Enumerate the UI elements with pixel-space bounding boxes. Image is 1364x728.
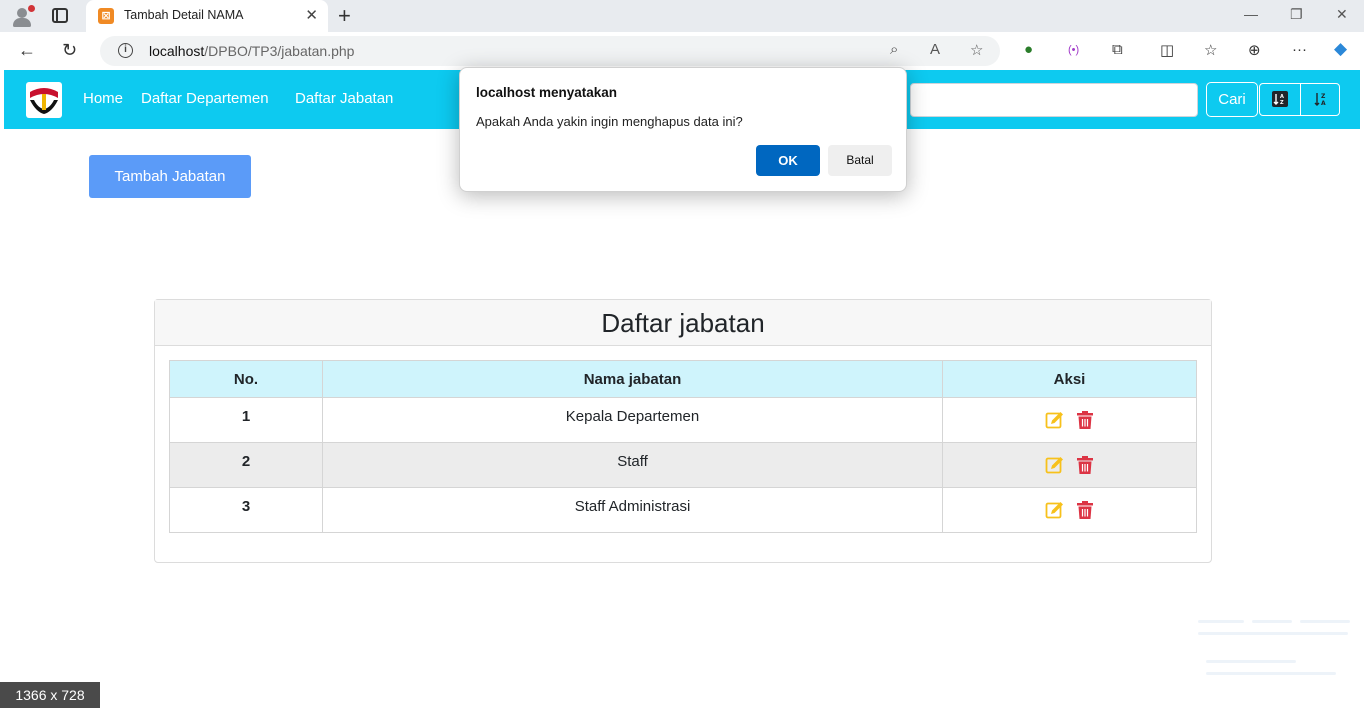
- window-close-icon[interactable]: ✕: [1336, 6, 1348, 23]
- dialog-title: localhost menyatakan: [476, 85, 618, 100]
- nav-departemen-link[interactable]: Daftar Departemen: [141, 90, 269, 107]
- search-input[interactable]: [910, 83, 1198, 117]
- edit-icon[interactable]: [1045, 500, 1065, 520]
- header-aksi: Aksi: [942, 360, 1197, 398]
- screen-size-badge: 1366 x 728: [0, 682, 100, 708]
- browser-tabbar: ⊠ Tambah Detail NAMA ✕ + — ❐ ✕: [0, 0, 1364, 32]
- edit-icon[interactable]: [1045, 410, 1065, 430]
- copilot-icon[interactable]: ◆: [1334, 39, 1347, 59]
- header-no: No.: [169, 360, 323, 398]
- row-nama: Staff: [322, 442, 943, 488]
- address-bar[interactable]: i localhost/DPBO/TP3/jabatan.php ⌕ A ☆: [100, 36, 1000, 66]
- table-row: 3 Staff Administrasi: [169, 487, 1197, 533]
- restore-icon[interactable]: ❐: [1290, 6, 1303, 23]
- favorite-star-icon[interactable]: ☆: [970, 41, 983, 59]
- delete-trash-icon[interactable]: [1075, 410, 1095, 430]
- header-nama: Nama jabatan: [322, 360, 943, 398]
- dialog-cancel-button[interactable]: Batal: [828, 145, 892, 176]
- new-tab-icon[interactable]: +: [338, 3, 351, 29]
- collections-icon[interactable]: ⊕: [1248, 41, 1261, 59]
- nav-jabatan-link[interactable]: Daftar Jabatan: [295, 90, 393, 107]
- row-nama: Kepala Departemen: [322, 397, 943, 443]
- minimize-icon[interactable]: —: [1244, 6, 1258, 22]
- confirm-dialog: localhost menyatakan Apakah Anda yakin i…: [459, 67, 907, 192]
- extensions-puzzle-icon[interactable]: ⧉: [1112, 41, 1123, 58]
- sort-alpha-asc-icon: A Z: [1272, 91, 1288, 107]
- back-arrow-icon[interactable]: ←: [18, 40, 36, 61]
- browser-tab-active[interactable]: ⊠ Tambah Detail NAMA ✕: [86, 0, 328, 32]
- table-row: 2 Staff: [169, 442, 1197, 488]
- sort-desc-button[interactable]: Z A: [1301, 84, 1341, 115]
- zoom-icon[interactable]: ⌕: [890, 41, 898, 58]
- split-screen-icon[interactable]: ◫: [1160, 41, 1174, 59]
- dialog-ok-button[interactable]: OK: [756, 145, 820, 176]
- site-info-icon[interactable]: i: [118, 43, 133, 58]
- jabatan-table: No. Nama jabatan Aksi 1 Kepala Departeme…: [169, 360, 1197, 533]
- table-row: 1 Kepala Departemen: [169, 397, 1197, 443]
- sort-asc-button[interactable]: A Z: [1260, 84, 1300, 115]
- svg-text:Z: Z: [1321, 93, 1326, 100]
- xampp-favicon-icon: ⊠: [98, 8, 114, 24]
- browser-toolbar: ← ↻ i localhost/DPBO/TP3/jabatan.php ⌕ A…: [0, 32, 1364, 70]
- read-aloud-icon[interactable]: A: [930, 41, 940, 58]
- url-text[interactable]: localhost/DPBO/TP3/jabatan.php: [149, 43, 354, 59]
- faint-thumbnail: [1196, 612, 1352, 692]
- sort-button-group: A Z Z A: [1259, 83, 1340, 116]
- row-number: 1: [169, 397, 323, 443]
- add-jabatan-button[interactable]: Tambah Jabatan: [89, 155, 251, 198]
- tab-title: Tambah Detail NAMA: [124, 8, 244, 22]
- extension-globe-icon[interactable]: ●: [1024, 41, 1033, 58]
- card-title: Daftar jabatan: [155, 300, 1211, 346]
- jabatan-card: Daftar jabatan No. Nama jabatan Aksi 1 K…: [154, 299, 1212, 563]
- edit-icon[interactable]: [1045, 455, 1065, 475]
- extension-radio-icon[interactable]: (•): [1068, 44, 1079, 56]
- row-actions: [942, 442, 1197, 488]
- favorites-icon[interactable]: ☆: [1204, 41, 1217, 59]
- dialog-message: Apakah Anda yakin ingin menghapus data i…: [476, 114, 743, 129]
- svg-text:Z: Z: [1280, 100, 1284, 106]
- profile-avatar-icon[interactable]: [10, 5, 35, 27]
- delete-trash-icon[interactable]: [1075, 500, 1095, 520]
- row-number: 2: [169, 442, 323, 488]
- row-nama: Staff Administrasi: [322, 487, 943, 533]
- row-number: 3: [169, 487, 323, 533]
- row-actions: [942, 487, 1197, 533]
- tab-close-icon[interactable]: ✕: [305, 6, 318, 24]
- more-menu-icon[interactable]: ···: [1292, 41, 1307, 58]
- svg-text:A: A: [1321, 100, 1326, 107]
- nav-home-link[interactable]: Home: [83, 90, 123, 107]
- row-actions: [942, 397, 1197, 443]
- upi-logo[interactable]: [26, 82, 62, 118]
- sort-alpha-desc-icon: Z A: [1314, 93, 1326, 107]
- reload-icon[interactable]: ↻: [62, 40, 77, 61]
- search-button[interactable]: Cari: [1206, 82, 1258, 117]
- delete-trash-icon[interactable]: [1075, 455, 1095, 475]
- tab-actions-icon[interactable]: [52, 8, 68, 23]
